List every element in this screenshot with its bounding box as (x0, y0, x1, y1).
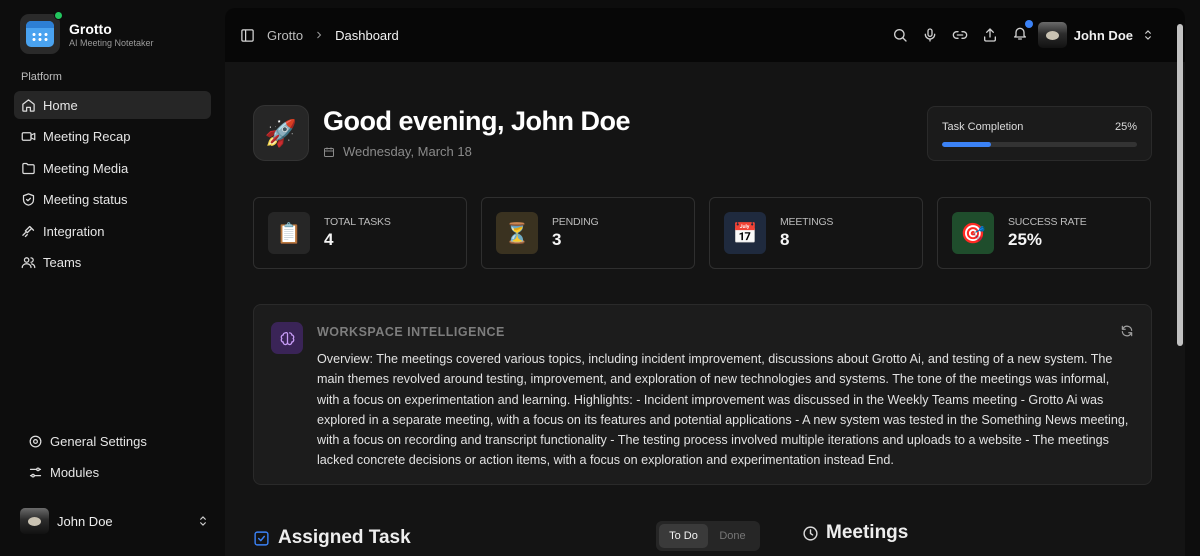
workspace-intelligence-card: Workspace Intelligence Overview: The mee… (253, 304, 1152, 485)
topbar-actions: John Doe (878, 19, 1155, 48)
task-completion-card: Task Completion 25% (927, 106, 1152, 161)
mic-icon[interactable] (922, 27, 938, 43)
topbar: Grotto Dashboard John Doe (225, 8, 1185, 62)
sliders-icon (29, 467, 42, 478)
sidebar-item-teams[interactable]: Teams (14, 249, 211, 277)
sidebar-item-meeting-status[interactable]: Meeting status (14, 186, 211, 214)
meetings-title: Meetings (826, 522, 909, 543)
calendar-logo-icon (26, 21, 54, 47)
meetings-heading: Meetings (802, 522, 908, 544)
assigned-task-heading: Assigned Task (253, 527, 411, 549)
sidebar-item-modules[interactable]: Modules (21, 459, 211, 487)
sidebar-item-meeting-media[interactable]: Meeting Media (14, 154, 211, 182)
main-panel: Grotto Dashboard John Doe 🚀 Good evening… (225, 8, 1185, 556)
clock-icon (803, 525, 818, 541)
sidebar-user-menu[interactable]: John Doe (20, 508, 210, 534)
brain-icon (271, 322, 303, 354)
brand-tagline: AI Meeting Notetaker (69, 37, 154, 48)
stat-label: Pending (552, 216, 599, 228)
sidebar-item-label: Modules (50, 465, 100, 481)
topbar-user-name: John Doe (1073, 27, 1133, 43)
sidebar-item-label: Home (43, 97, 78, 113)
sidebar-section-label: Platform (21, 71, 62, 83)
task-filter-toggle: To Do Done (656, 521, 760, 551)
sidebar-bottom-nav: General Settings Modules (21, 427, 211, 490)
plug-icon (22, 225, 35, 237)
stat-label: Total Tasks (324, 216, 391, 228)
breadcrumb-root[interactable]: Grotto (267, 28, 303, 43)
task-completion-value: 25% (1114, 121, 1137, 133)
checkbox-icon (254, 530, 269, 546)
avatar (1037, 22, 1067, 48)
stat-card-meetings: 📅 Meetings 8 (709, 197, 923, 269)
rocket-icon: 🚀 (253, 105, 309, 161)
users-icon (21, 257, 36, 269)
hourglass-icon: ⏳ (496, 212, 538, 254)
page-title: Good evening, John Doe (323, 106, 631, 136)
notifications-button[interactable] (1012, 19, 1033, 46)
calendar-icon: 📅 (724, 212, 766, 254)
tab-todo[interactable]: To Do (659, 524, 708, 548)
sidebar-item-label: Teams (43, 255, 82, 271)
target-icon: 🎯 (952, 212, 994, 254)
video-icon (21, 132, 36, 141)
sidebar-item-label: Meeting status (43, 192, 128, 208)
sidebar-item-label: Integration (43, 223, 105, 239)
task-completion-bar (942, 142, 1137, 147)
calendar-icon (324, 147, 334, 157)
breadcrumb-current: Dashboard (335, 27, 399, 43)
sidebar-item-general-settings[interactable]: General Settings (21, 427, 211, 455)
topbar-user-menu[interactable]: John Doe (1037, 22, 1155, 48)
scrollbar-thumb[interactable] (1177, 24, 1183, 346)
link-icon[interactable] (952, 27, 968, 43)
app-logo (20, 11, 63, 54)
shield-icon (22, 193, 35, 207)
stat-card-success-rate: 🎯 Success Rate 25% (937, 197, 1151, 269)
sidebar-nav: Home Meeting Recap Meeting Media Meeting… (14, 91, 211, 281)
task-completion-label: Task Completion (942, 121, 1024, 133)
clipboard-icon: 📋 (268, 212, 310, 254)
stat-value: 3 (552, 230, 562, 249)
task-completion-bar-fill (942, 142, 991, 147)
tab-done[interactable]: Done (708, 524, 757, 548)
stats-row: 📋 Total Tasks 4 ⏳ Pending 3 📅 Meetings 8… (253, 197, 1165, 269)
home-icon (22, 98, 35, 112)
folder-icon (22, 162, 35, 174)
stat-label: Success Rate (1008, 216, 1087, 228)
sidebar-item-label: Meeting Recap (43, 129, 131, 145)
sidebar-item-label: Meeting Media (43, 160, 129, 176)
notification-badge (1024, 19, 1033, 28)
chevron-up-down-icon (1145, 30, 1151, 40)
stat-value: 25% (1008, 230, 1043, 249)
chevron-right-icon (317, 31, 322, 39)
stat-label: Meetings (780, 216, 834, 228)
brand[interactable]: Grotto AI Meeting Notetaker (20, 11, 154, 54)
refresh-icon[interactable] (1120, 324, 1134, 338)
stat-value: 4 (324, 230, 334, 249)
avatar (20, 508, 49, 534)
sidebar-item-label: General Settings (50, 433, 147, 449)
sidebar-item-home[interactable]: Home (14, 91, 211, 119)
stat-value: 8 (780, 230, 790, 249)
scrollbar[interactable] (1175, 20, 1185, 556)
status-dot (54, 11, 63, 20)
sidebar-item-meeting-recap[interactable]: Meeting Recap (14, 123, 211, 151)
sidebar-toggle-icon[interactable] (240, 28, 255, 43)
intelligence-summary: Overview: The meetings covered various t… (317, 352, 1129, 468)
sidebar-item-integration[interactable]: Integration (14, 217, 211, 245)
search-icon[interactable] (892, 27, 908, 43)
sidebar-user-name: John Doe (57, 513, 113, 529)
brand-name: Grotto (69, 20, 112, 37)
assigned-task-title: Assigned Task (278, 527, 411, 548)
date-text: Wednesday, March 18 (343, 144, 472, 159)
current-date: Wednesday, March 18 (323, 144, 472, 159)
sidebar: Grotto AI Meeting Notetaker Platform Hom… (0, 0, 218, 556)
stat-card-total-tasks: 📋 Total Tasks 4 (253, 197, 467, 269)
upload-icon[interactable] (982, 27, 998, 43)
stat-card-pending: ⏳ Pending 3 (481, 197, 695, 269)
chevron-up-down-icon (200, 516, 206, 526)
intelligence-title: Workspace Intelligence (317, 325, 505, 339)
gear-icon (29, 435, 42, 447)
